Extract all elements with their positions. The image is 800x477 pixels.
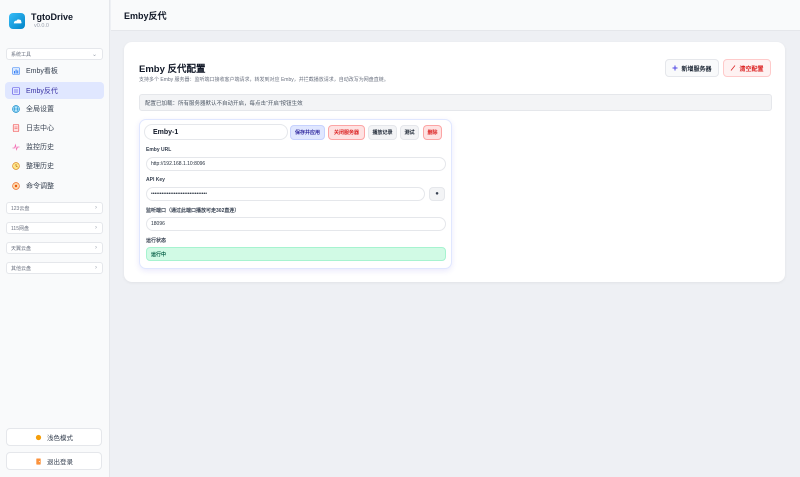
- clear-config-button[interactable]: 清空配置: [723, 59, 771, 77]
- pulse-icon: [12, 143, 20, 151]
- add-server-button[interactable]: 新增服务器: [665, 59, 719, 77]
- sidebar-item-label: 全局设置: [26, 105, 54, 113]
- group-tianyi-cloud[interactable]: 天翼云盘 ›: [6, 242, 103, 254]
- bar-chart-icon: [12, 66, 20, 75]
- sidebar-item-label: 日志中心: [26, 124, 54, 132]
- history-icon: [12, 161, 20, 170]
- sidebar-item-label: 监控历史: [26, 143, 54, 151]
- group-label: 天翼云盘: [11, 245, 32, 252]
- logout-label: 退出登录: [47, 459, 73, 466]
- group-system-tools[interactable]: 系统工具 ⌄: [6, 48, 103, 60]
- run-status-label: 运行状态: [146, 238, 167, 244]
- card-title: Emby 反代配置: [139, 64, 206, 75]
- theme-toggle-label: 浅色模式: [47, 435, 73, 442]
- group-other-cloud[interactable]: 其他云盘 ›: [6, 262, 103, 274]
- listen-port-input[interactable]: 18096: [146, 217, 446, 231]
- server-card: Emby-1 保存并应用 关闭服务器 播放记录 测试 删除 Emby URL h…: [139, 119, 452, 269]
- notice-text: 配置已加载：所有服务器默认不自动开启，每点击“开启”按钮生效: [145, 100, 303, 107]
- sidebar: TgtoDrive v0.0.0 系统工具 ⌄ Emby看板 Emby反代 全局…: [0, 0, 110, 477]
- logout-button[interactable]: 退出登录: [6, 452, 102, 470]
- theme-toggle-button[interactable]: 浅色模式: [6, 428, 102, 446]
- chevron-right-icon: ›: [95, 205, 97, 211]
- brand: TgtoDrive v0.0.0: [9, 12, 73, 30]
- emby-url-label: Emby URL: [146, 147, 172, 153]
- group-label: 系统工具: [11, 51, 32, 58]
- group-115-cloud[interactable]: 115网盘 ›: [6, 222, 103, 234]
- plus-icon: [672, 65, 678, 71]
- api-key-input[interactable]: ••••••••••••••••••••••••••••••••: [146, 187, 425, 201]
- add-server-label: 新增服务器: [681, 66, 712, 73]
- chevron-right-icon: ›: [95, 225, 97, 231]
- group-123-cloud[interactable]: 123云盘 ›: [6, 202, 103, 214]
- sidebar-item-global-settings[interactable]: 全局设置: [5, 100, 104, 117]
- emby-url-input[interactable]: http://192.168.1.10:8096: [146, 157, 446, 171]
- document-icon: [12, 123, 20, 132]
- proxy-icon: [12, 86, 20, 95]
- group-label: 其他云盘: [11, 265, 32, 272]
- sidebar-item-label: Emby看板: [26, 67, 58, 75]
- chevron-down-icon: ⌄: [91, 51, 97, 58]
- api-key-label: API Key: [146, 177, 165, 183]
- command-icon: [12, 181, 20, 190]
- server-name-input[interactable]: Emby-1: [144, 124, 288, 140]
- group-label: 123云盘: [11, 205, 30, 212]
- server-name-value: Emby-1: [153, 128, 179, 136]
- app-version: v0.0.0: [34, 23, 49, 29]
- clear-config-label: 清空配置: [739, 66, 764, 73]
- stop-server-button[interactable]: 关闭服务器: [328, 125, 365, 140]
- sidebar-item-emby-dashboard[interactable]: Emby看板: [5, 62, 104, 79]
- sidebar-item-monitor-history[interactable]: 监控历史: [5, 138, 104, 155]
- proxy-config-card: Emby 反代配置 支持多个 Emby 服务器：监听端口接收客户端请求，转发到对…: [124, 42, 785, 282]
- toggle-visibility-button[interactable]: ●: [429, 187, 445, 201]
- status-badge: 运行中: [146, 247, 446, 261]
- sidebar-item-label: 命令调整: [26, 182, 54, 190]
- logout-icon: [35, 457, 42, 465]
- test-button[interactable]: 测试: [400, 125, 419, 140]
- status-value: 运行中: [151, 251, 167, 258]
- emby-url-value: http://192.168.1.10:8096: [151, 161, 206, 167]
- page-header: Emby反代: [111, 0, 800, 31]
- sidebar-item-command-adjust[interactable]: 命令调整: [5, 177, 104, 194]
- save-apply-button[interactable]: 保存并应用: [290, 125, 325, 140]
- listen-port-label: 监听端口（通过此端口播放可走302直连）: [146, 208, 240, 214]
- chevron-right-icon: ›: [95, 265, 97, 271]
- sidebar-item-label: Emby反代: [26, 87, 58, 95]
- sidebar-item-label: 整理历史: [26, 162, 54, 170]
- chevron-right-icon: ›: [95, 245, 97, 251]
- card-description: 支持多个 Emby 服务器：监听端口接收客户端请求，转发到对应 Emby，并拦截…: [139, 77, 389, 83]
- delete-button[interactable]: 删除: [423, 125, 442, 140]
- globe-icon: [12, 104, 20, 113]
- group-label: 115网盘: [11, 225, 29, 232]
- eye-icon: ●: [435, 191, 439, 197]
- sidebar-item-organize-history[interactable]: 整理历史: [5, 157, 104, 174]
- sun-icon: [35, 434, 42, 441]
- logo-icon: [9, 13, 25, 29]
- listen-port-value: 18096: [151, 221, 165, 227]
- play-log-button[interactable]: 播放记录: [368, 125, 397, 140]
- broom-icon: [730, 65, 736, 71]
- api-key-value: ••••••••••••••••••••••••••••••••: [151, 191, 208, 197]
- page-title: Emby反代: [124, 10, 167, 21]
- config-notice: 配置已加载：所有服务器默认不自动开启，每点击“开启”按钮生效: [139, 94, 772, 111]
- sidebar-item-log-center[interactable]: 日志中心: [5, 119, 104, 136]
- app-name: TgtoDrive: [31, 12, 74, 22]
- sidebar-item-emby-proxy[interactable]: Emby反代: [5, 82, 104, 99]
